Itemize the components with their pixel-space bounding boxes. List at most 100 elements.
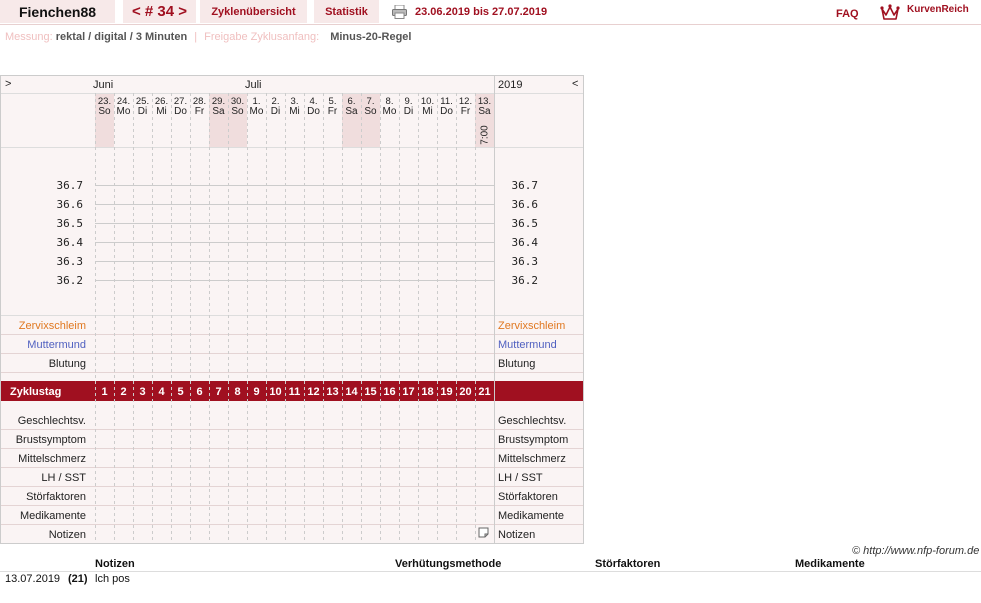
cervical-mucus-label-left: Zervixschleim [19, 320, 86, 332]
weekday-label: So [364, 106, 377, 117]
cycle-day-number: 7 [215, 386, 221, 398]
medication-label-right: Medikamente [498, 510, 564, 522]
month-label: Juni [93, 79, 113, 91]
temp-label-right: 36.2 [512, 274, 539, 287]
cycle-day-number: 8 [234, 386, 240, 398]
cycle-day-number: 16 [383, 386, 395, 398]
cycle-day-number: 6 [196, 386, 202, 398]
temp-label-left: 36.3 [57, 255, 84, 268]
nav-next-button: < [572, 78, 578, 90]
disturbances-label-left: Störfaktoren [26, 491, 86, 503]
cervix-label-right: Muttermund [498, 339, 557, 351]
cycle-day-number: 13 [326, 386, 338, 398]
weekday-label: Sa [478, 106, 491, 117]
tab-cycle-overview[interactable]: Zyklenübersicht [200, 0, 307, 23]
cycle-day-number: 5 [177, 386, 183, 398]
faq-link[interactable]: FAQ [836, 8, 859, 20]
cycle-day-number: 1 [101, 386, 107, 398]
col-header-disturbances: Störfaktoren [595, 558, 661, 570]
measurement-info: Messung: rektal / digital / 3 Minuten | … [5, 31, 411, 43]
cycle-day-number: 10 [269, 386, 281, 398]
temp-label-left: 36.4 [57, 236, 84, 249]
weekday-label: Di [404, 106, 413, 117]
weekday-label: Do [174, 106, 187, 117]
weekday-label: Do [440, 106, 453, 117]
medication-label-left: Medikamente [20, 510, 86, 522]
cycle-day-number: 12 [307, 386, 319, 398]
mittelschmerz-label-left: Mittelschmerz [18, 453, 86, 465]
cycle-day-number: 2 [120, 386, 126, 398]
tab-statistics[interactable]: Statistik [314, 0, 379, 23]
lh-test-label-left: LH / SST [41, 472, 86, 484]
cycle-day-number: 9 [253, 386, 259, 398]
cycle-chart-svg: > <2019Juni Juli23.So24.Mo25.Di26.Mi27.Do2… [0, 75, 584, 544]
cervical-mucus-label-right: Zervixschleim [498, 320, 565, 332]
intercourse-label-right: Geschlechtsv. [498, 415, 566, 427]
weekday-label: Di [271, 106, 280, 117]
notes-table-header: Notizen Verhütungsmethode Störfaktoren M… [0, 557, 981, 572]
cycle-day-number: 19 [440, 386, 452, 398]
release-label: Freigabe Zyklusanfang: [204, 31, 320, 43]
cycle-day-number: 15 [364, 386, 376, 398]
measurement-label: Messung: [5, 31, 53, 43]
table-row: 13.07.2019 (21) lch pos [0, 572, 981, 586]
measurement-value: rektal / digital / 3 Minuten [55, 31, 188, 43]
disturbances-label-right: Störfaktoren [498, 491, 558, 503]
weekday-label: Do [307, 106, 320, 117]
weekday-label: So [98, 106, 111, 117]
info-separator: | [194, 31, 198, 43]
weekday-label: Fr [461, 106, 471, 117]
cycle-day-number: 21 [478, 386, 490, 398]
breast-symptom-label-right: Brustsymptom [498, 434, 568, 446]
weekday-label: Fr [195, 106, 205, 117]
cycle-day-number: 11 [289, 386, 301, 398]
weekday-label: Mo [117, 106, 131, 117]
weekday-label: Mi [289, 106, 300, 117]
cycle-day-number: 17 [402, 386, 414, 398]
crown-logo-icon[interactable] [880, 3, 900, 21]
printer-icon[interactable] [392, 5, 407, 19]
note-date: 13.07.2019 [5, 573, 61, 585]
cycle-day-number: 4 [158, 386, 165, 398]
cycle-navigator[interactable]: < # 34 > [123, 0, 196, 23]
cycle-chart: > <2019 Juni Juli 23. So 24. Mo 25. Di 26. Mi 27. Do 2… [0, 75, 584, 544]
temp-label-right: 36.3 [512, 255, 539, 268]
temp-label-left: 36.5 [57, 217, 84, 230]
cycle-day-number: 3 [139, 386, 145, 398]
notes-label-left: Notizen [49, 529, 86, 541]
chart-background [0, 75, 584, 544]
temp-label-right: 36.5 [512, 217, 539, 230]
cycle-day-number: 20 [459, 386, 471, 398]
logo-text[interactable]: KurvenReich [907, 4, 969, 15]
cycle-day-number: 18 [421, 386, 433, 398]
weekday-label: Mo [383, 106, 397, 117]
time-label: 7:00 [480, 125, 491, 145]
nav-prev-button: > [5, 78, 11, 90]
year-label: 2019 [498, 79, 522, 91]
bleeding-label-right: Blutung [498, 358, 535, 370]
temp-label-right: 36.7 [512, 179, 539, 192]
lh-test-label-right: LH / SST [498, 472, 543, 484]
copyright-text: © http://www.nfp-forum.de [852, 545, 980, 557]
username-tab[interactable]: Fienchen88 [0, 0, 115, 23]
weekday-label: Sa [212, 106, 225, 117]
note-icon [478, 527, 489, 538]
col-header-medication: Medikamente [795, 558, 865, 570]
intercourse-label-left: Geschlechtsv. [18, 415, 86, 427]
cervix-label-left: Muttermund [27, 339, 86, 351]
month-label: Juli [245, 79, 262, 91]
temp-label-right: 36.4 [512, 236, 539, 249]
weekday-label: Mi [422, 106, 433, 117]
weekday-label: So [231, 106, 244, 117]
weekday-label: Mo [250, 106, 264, 117]
cycle-day-label: Zyklustag [10, 386, 61, 398]
temp-label-left: 36.2 [57, 274, 84, 287]
breast-symptom-label-left: Brustsymptom [16, 434, 86, 446]
temp-label-left: 36.6 [57, 198, 84, 211]
weekday-label: Fr [328, 106, 338, 117]
bleeding-label-left: Blutung [49, 358, 86, 370]
cycle-day-number: 14 [345, 386, 358, 398]
weekday-label: Mi [156, 106, 167, 117]
col-header-notes: Notizen [95, 558, 135, 570]
weekday-label: Sa [345, 106, 358, 117]
